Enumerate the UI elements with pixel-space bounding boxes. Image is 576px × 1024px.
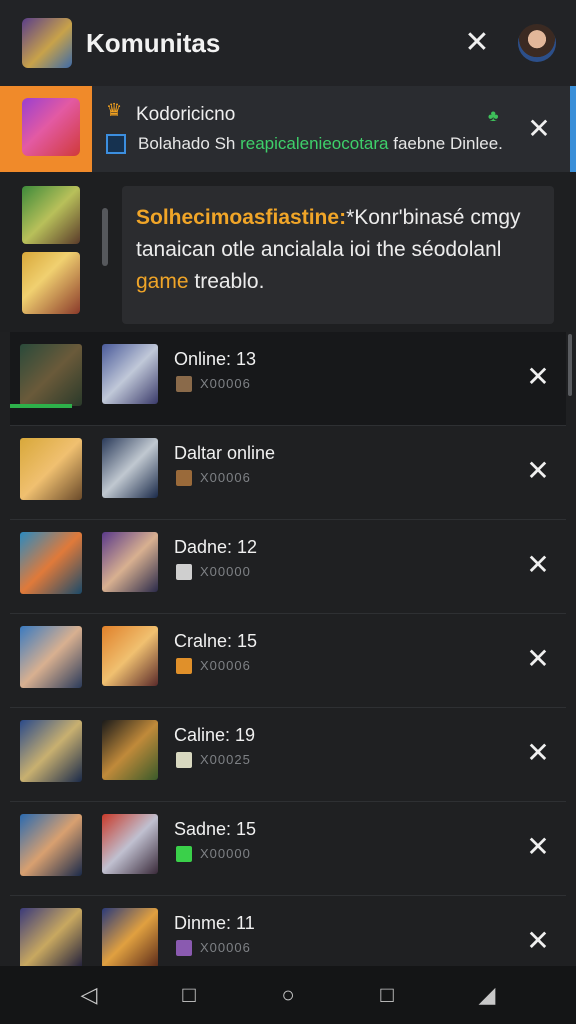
avatar xyxy=(102,438,158,498)
sender-avatar xyxy=(22,186,80,244)
close-icon[interactable]: ✕ xyxy=(522,454,554,488)
row-title: Online: 13 xyxy=(174,349,257,369)
close-icon[interactable]: ✕ xyxy=(522,924,554,958)
close-icon[interactable]: ✕ xyxy=(522,548,554,582)
banner-title: Kodoricicno xyxy=(136,104,236,125)
banner-game-icon xyxy=(22,98,80,156)
banner-subtitle: Bolahado Sh reapicalenieocotara faebne D… xyxy=(138,134,503,153)
row-code: X00025 xyxy=(200,752,251,767)
row-title: Dadne: 12 xyxy=(174,537,258,557)
close-icon[interactable]: ✕ xyxy=(462,26,492,60)
close-icon[interactable]: ✕ xyxy=(522,736,554,770)
avatar xyxy=(102,344,158,404)
scrollbar[interactable] xyxy=(568,334,572,396)
page-title: Komunitas xyxy=(86,28,221,58)
crown-icon: ♛ xyxy=(106,100,123,120)
avatar xyxy=(20,720,82,782)
avatar xyxy=(102,908,158,968)
avatar xyxy=(102,532,158,592)
avatar xyxy=(20,344,82,406)
row-code: X00006 xyxy=(200,940,251,955)
avatar xyxy=(102,720,158,780)
list-item[interactable]: Cralne: 15 X00006 ✕ xyxy=(10,614,566,708)
avatar xyxy=(20,814,82,876)
list-item[interactable]: Sadne: 15 X00000 ✕ xyxy=(10,802,566,896)
notification-banner[interactable]: ♛ Kodoricicno Bolahado Sh reapicalenieoc… xyxy=(0,86,576,172)
active-indicator xyxy=(10,404,72,408)
row-title: Daltar online xyxy=(174,443,276,463)
leaf-icon: ♣ xyxy=(488,108,499,125)
avatar xyxy=(20,532,82,594)
top-bar: Komunitas ✕ xyxy=(0,0,576,87)
avatar xyxy=(102,814,158,874)
back-icon[interactable]: ◁ xyxy=(74,980,104,1010)
close-icon[interactable]: ✕ xyxy=(522,360,554,394)
tag-icon xyxy=(176,940,192,956)
message-bubble: Solhecimoasfiastine:*Konr'binasé cmgy ta… xyxy=(122,186,554,324)
list-item[interactable]: Caline: 19 X00025 ✕ xyxy=(10,708,566,802)
row-title: Dinme: 11 xyxy=(174,913,255,933)
row-title: Cralne: 15 xyxy=(174,631,258,651)
tag-icon xyxy=(176,564,192,580)
user-avatar[interactable] xyxy=(518,24,556,62)
diamond-icon xyxy=(106,134,126,154)
list-item[interactable]: Online: 13 X00006 ✕ xyxy=(10,332,566,426)
message-preview[interactable]: Solhecimoasfiastine:*Konr'binasé cmgy ta… xyxy=(0,172,576,332)
recents-icon[interactable]: □ xyxy=(372,980,402,1010)
list-item[interactable]: Daltar online X00006 ✕ xyxy=(10,426,566,520)
row-code: X00006 xyxy=(200,376,251,391)
message-text: Solhecimoasfiastine:*Konr'binasé cmgy ta… xyxy=(136,206,521,293)
avatar xyxy=(20,908,82,970)
list-item[interactable]: Dadne: 12 X00000 ✕ xyxy=(10,520,566,614)
game-app-icon[interactable] xyxy=(22,18,72,68)
tag-icon xyxy=(176,470,192,486)
tag-icon xyxy=(176,658,192,674)
avatar xyxy=(20,438,82,500)
banner-close-button[interactable]: ✕ xyxy=(524,112,554,146)
tag-icon xyxy=(176,752,192,768)
row-code: X00006 xyxy=(200,470,251,485)
row-code: X00000 xyxy=(200,846,251,861)
row-title: Sadne: 15 xyxy=(174,819,257,839)
square-icon[interactable]: □ xyxy=(174,980,204,1010)
banner-edge xyxy=(570,86,576,172)
home-circle-icon[interactable]: ○ xyxy=(273,980,303,1010)
quote-bar xyxy=(102,208,108,266)
close-icon[interactable]: ✕ xyxy=(522,642,554,676)
close-icon[interactable]: ✕ xyxy=(522,830,554,864)
tag-icon xyxy=(176,376,192,392)
avatar xyxy=(102,626,158,686)
tag-icon xyxy=(176,846,192,862)
row-code: X00006 xyxy=(200,658,251,673)
row-code: X00000 xyxy=(200,564,251,579)
system-nav-bar: ◁ □ ○ □ ◢ xyxy=(0,966,576,1024)
avatar xyxy=(20,626,82,688)
row-title: Caline: 19 xyxy=(174,725,256,745)
sender-avatar-secondary xyxy=(22,252,80,314)
signal-icon[interactable]: ◢ xyxy=(472,980,502,1010)
